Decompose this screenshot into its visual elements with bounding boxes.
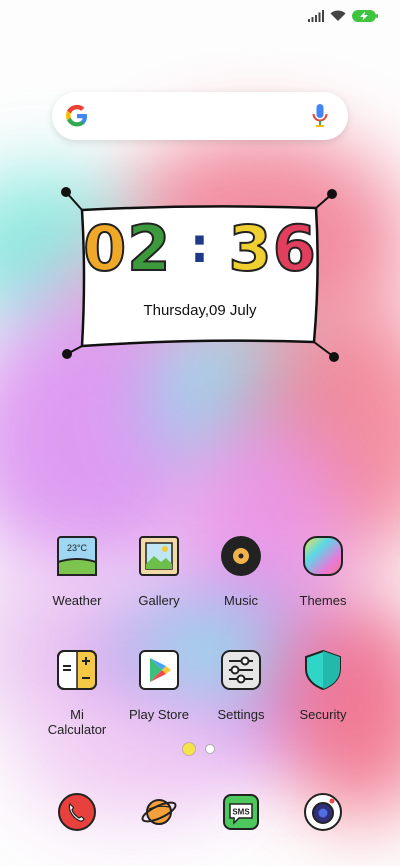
clock-colon: :	[189, 218, 211, 274]
dock-browser[interactable]	[118, 792, 200, 837]
settings-icon	[221, 650, 261, 690]
app-music[interactable]: Music	[200, 534, 282, 608]
weather-icon: 23°C	[57, 536, 97, 576]
app-label: Play Store	[129, 707, 189, 722]
hour-digit-1: 0	[82, 211, 128, 286]
sms-icon: SMS	[223, 794, 259, 830]
clock-date: Thursday,09 July	[143, 302, 257, 319]
app-label: Music	[224, 593, 258, 608]
clock-time: 02 : 36	[58, 211, 342, 286]
app-settings[interactable]: Settings	[200, 648, 282, 722]
security-icon	[305, 649, 341, 691]
page-dot-active[interactable]	[182, 742, 196, 756]
sms-icon-text: SMS	[232, 808, 250, 817]
app-weather[interactable]: 23°C Weather	[36, 534, 118, 608]
app-mi-calculator[interactable]: Mi Calculator	[36, 648, 118, 737]
battery-icon	[352, 10, 378, 22]
weather-temp: 23°C	[67, 543, 88, 553]
play-store-icon	[139, 650, 179, 690]
app-label: Settings	[217, 707, 265, 722]
app-security[interactable]: Security	[282, 648, 364, 722]
google-logo-icon	[66, 104, 87, 127]
dock-camera[interactable]	[282, 792, 364, 837]
app-label: Gallery	[138, 593, 180, 608]
app-label: Security	[299, 707, 347, 722]
app-label: Weather	[52, 593, 102, 608]
microphone-icon[interactable]	[312, 104, 328, 128]
app-play-store[interactable]: Play Store	[118, 648, 200, 722]
minute-digit-1: 3	[228, 211, 273, 286]
app-themes[interactable]: Themes	[282, 534, 364, 608]
page-dot[interactable]	[205, 744, 215, 754]
browser-icon	[141, 799, 177, 825]
google-search-bar[interactable]	[52, 92, 348, 140]
camera-icon	[304, 793, 342, 831]
app-label: Themes	[299, 593, 347, 608]
themes-icon	[303, 536, 343, 576]
clock-widget[interactable]: 02 : 36 Thursday,09 July	[58, 186, 342, 362]
dock-sms[interactable]: SMS	[200, 792, 282, 837]
status-bar	[0, 0, 400, 36]
minute-digit-2: 6	[272, 211, 317, 286]
wifi-icon	[330, 10, 346, 21]
gallery-icon	[139, 536, 179, 576]
calculator-icon	[57, 650, 97, 690]
dock-phone[interactable]	[36, 792, 118, 837]
hour-digit-2: 2	[126, 211, 172, 286]
music-icon	[221, 536, 261, 576]
app-gallery[interactable]: Gallery	[118, 534, 200, 608]
page-indicator	[182, 742, 215, 756]
app-label: Mi Calculator	[47, 707, 107, 737]
signal-icon	[308, 10, 324, 22]
phone-icon	[58, 793, 96, 831]
